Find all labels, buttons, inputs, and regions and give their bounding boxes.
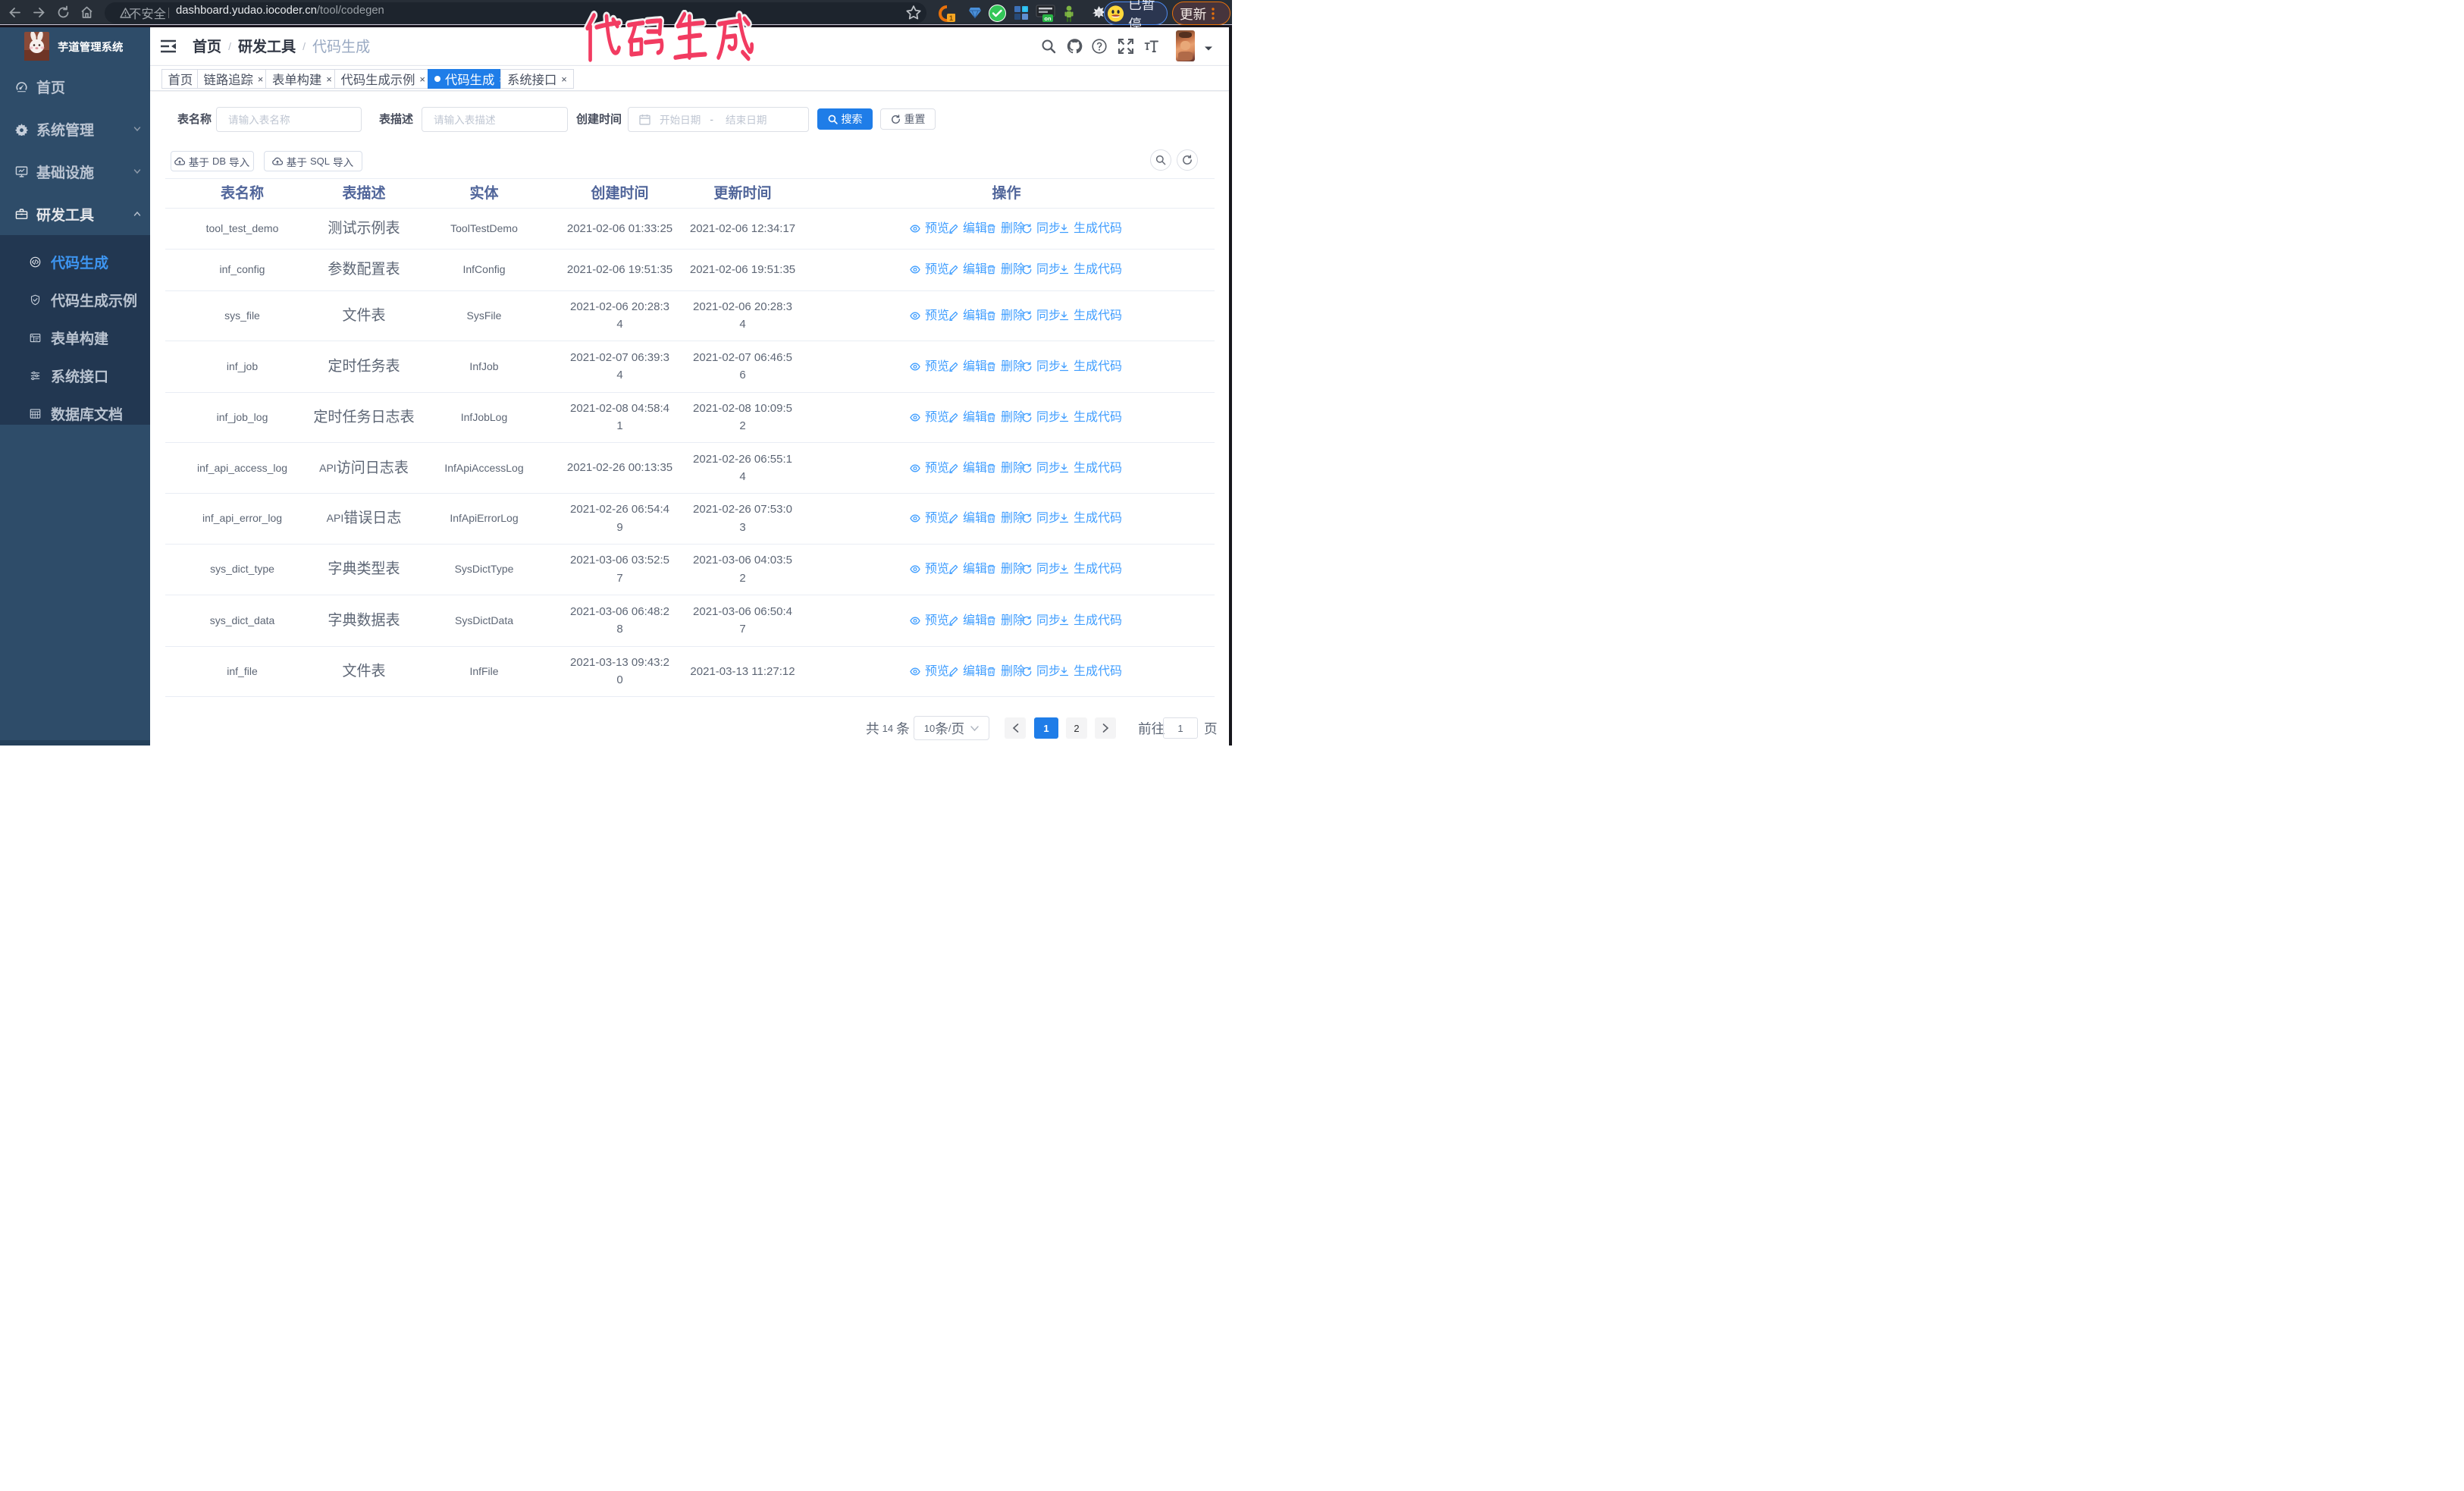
svg-text:1: 1 <box>949 14 953 22</box>
svg-text:on: on <box>1044 15 1052 22</box>
